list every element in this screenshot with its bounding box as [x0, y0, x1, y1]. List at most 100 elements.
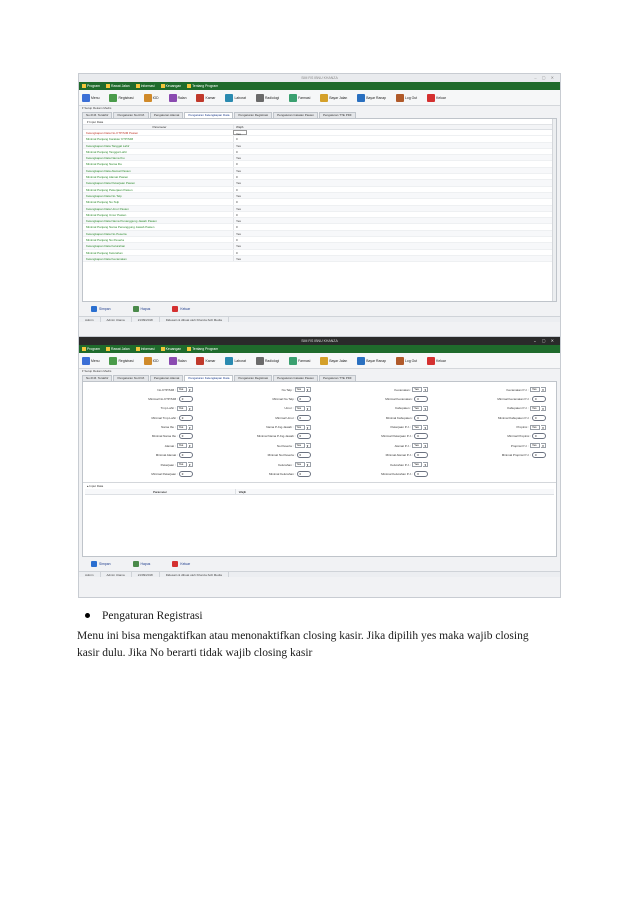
hapus-button[interactable]: Hapus: [132, 306, 150, 312]
menu-item-tentang-program[interactable]: Tentang Program: [187, 84, 218, 89]
menu-item-rawat-jalan[interactable]: Rawat Jalan: [106, 84, 130, 89]
toolbar-button-radiologi[interactable]: Radiologi: [255, 93, 279, 102]
min-length-stepper[interactable]: 0: [296, 452, 311, 459]
toolbar-button-menu[interactable]: Menu: [82, 93, 99, 102]
toolbar-button-ralan[interactable]: Ralan: [168, 93, 186, 102]
yes-no-select[interactable]: Yes: [530, 424, 540, 430]
toolbar-button-bayar-ranap[interactable]: Bayar Ranap: [357, 356, 386, 365]
toolbar-button-farmasi[interactable]: Farmasi: [289, 356, 310, 365]
yes-no-select[interactable]: Yes: [176, 443, 187, 449]
toolbar-button-log-out[interactable]: Log Out: [396, 93, 417, 102]
yes-no-select[interactable]: Yes: [176, 462, 187, 468]
cell-wajib[interactable]: 0: [233, 174, 247, 180]
yes-no-select[interactable]: Yes: [294, 462, 305, 468]
toolbar-button-keluar[interactable]: Keluar: [427, 93, 446, 102]
yes-no-select[interactable]: Yes: [294, 405, 305, 411]
toolbar-button-registrasi[interactable]: Registrasi: [109, 93, 134, 102]
menu-item-informasi[interactable]: Informasi: [135, 84, 155, 89]
menu-item-rawat-jalan[interactable]: Rawat Jalan: [106, 347, 130, 352]
min-length-stepper[interactable]: 0: [178, 471, 193, 478]
cell-wajib[interactable]: 0: [233, 199, 247, 205]
chevron-down-icon[interactable]: ▾: [187, 405, 193, 411]
header-wajib[interactable]: Wajib: [233, 125, 247, 129]
cell-wajib[interactable]: 0: [233, 211, 247, 218]
min-length-stepper[interactable]: 0: [178, 414, 193, 421]
menu-item-informasi[interactable]: Informasi: [135, 347, 155, 352]
yes-no-select[interactable]: Yes: [176, 424, 187, 430]
min-length-stepper[interactable]: 0: [414, 471, 429, 478]
min-length-stepper[interactable]: 0: [178, 395, 193, 402]
chevron-down-icon[interactable]: ▾: [541, 424, 546, 430]
window-controls[interactable]: ⌄ ▢ ✕: [533, 337, 556, 345]
toolbar-button-kamar[interactable]: Kamar: [196, 93, 215, 102]
menu-item-program[interactable]: Program: [82, 347, 100, 352]
chevron-down-icon[interactable]: ▾: [305, 405, 311, 411]
cell-wajib[interactable]: Yes: [233, 142, 247, 148]
cell-wajib[interactable]: 0: [233, 161, 247, 167]
keluar-button[interactable]: Keluar: [172, 306, 190, 312]
min-length-stepper[interactable]: 0: [414, 433, 429, 440]
yes-no-select[interactable]: Yes: [530, 387, 540, 392]
toolbar-button-igd[interactable]: IGD: [143, 356, 159, 365]
cell-wajib[interactable]: 0: [233, 249, 247, 255]
header-parameter[interactable]: Parameter: [83, 125, 233, 129]
toolbar-button-keluar[interactable]: Keluar: [427, 356, 446, 365]
min-length-stepper[interactable]: 0: [414, 414, 429, 421]
window-controls[interactable]: – ▢ ✕: [534, 74, 556, 82]
cell-wajib[interactable]: Yes: [233, 218, 247, 224]
cell-wajib[interactable]: Yes: [233, 230, 247, 237]
min-length-stepper[interactable]: 0: [532, 395, 546, 402]
min-length-stepper[interactable]: 0: [532, 433, 546, 440]
cell-wajib[interactable]: 0: [233, 148, 247, 155]
yes-no-select[interactable]: Yes: [294, 424, 305, 430]
cell-wajib[interactable]: Yes: [233, 192, 247, 199]
cell-wajib[interactable]: 0: [233, 136, 247, 142]
cell-wajib[interactable]: 0: [233, 237, 247, 243]
simpan-button[interactable]: Simpan: [91, 306, 111, 312]
toolbar-button-igd[interactable]: IGD: [143, 93, 159, 102]
yes-no-select[interactable]: Yes: [176, 405, 187, 411]
chevron-down-icon[interactable]: ▾: [305, 387, 311, 392]
toolbar-button-bayar-jalan[interactable]: Bayar Jalan: [320, 93, 347, 102]
chevron-down-icon[interactable]: ▾: [305, 424, 311, 430]
cell-wajib[interactable]: Yes: [233, 180, 247, 186]
menu-item-keuangan[interactable]: Keuangan: [160, 84, 181, 89]
menu-item-program[interactable]: Program: [82, 84, 100, 89]
toolbar-button-radiologi[interactable]: Radiologi: [255, 356, 279, 365]
chevron-down-icon[interactable]: ▾: [541, 443, 546, 449]
menu-item-keuangan[interactable]: Keuangan: [160, 347, 181, 352]
cell-wajib[interactable]: Yes: [233, 130, 247, 136]
cell-wajib[interactable]: Yes: [233, 205, 247, 211]
yes-no-select[interactable]: Yes: [530, 443, 540, 449]
vertical-scrollbar[interactable]: [552, 119, 556, 301]
toolbar-button-bayar-ranap[interactable]: Bayar Ranap: [357, 93, 386, 102]
yes-no-select[interactable]: Yes: [412, 424, 423, 430]
yes-no-select[interactable]: Yes: [412, 462, 423, 468]
toolbar-button-bayar-jalan[interactable]: Bayar Jalan: [320, 356, 347, 365]
menu-item-tentang-program[interactable]: Tentang Program: [187, 347, 218, 352]
cell-wajib[interactable]: Yes: [233, 255, 247, 262]
toolbar-button-kamar[interactable]: Kamar: [196, 356, 215, 365]
cell-wajib[interactable]: Yes: [233, 155, 247, 161]
min-length-stepper[interactable]: 0: [414, 395, 429, 402]
yes-no-select[interactable]: Yes: [294, 387, 305, 392]
cell-wajib[interactable]: Yes: [233, 167, 247, 174]
toolbar-button-ralan[interactable]: Ralan: [168, 356, 186, 365]
min-length-stepper[interactable]: 0: [414, 452, 429, 459]
min-length-stepper[interactable]: 0: [532, 414, 546, 421]
toolbar-button-laborat[interactable]: Laborat: [225, 93, 246, 102]
cell-wajib[interactable]: 0: [233, 224, 247, 230]
chevron-down-icon[interactable]: ▾: [541, 387, 546, 392]
min-length-stepper[interactable]: 0: [296, 471, 311, 478]
chevron-down-icon[interactable]: ▾: [423, 462, 429, 468]
toolbar-button-menu[interactable]: Menu: [82, 356, 99, 365]
cell-wajib[interactable]: Yes: [233, 243, 247, 249]
min-length-stepper[interactable]: 0: [296, 395, 311, 402]
chevron-down-icon[interactable]: ▾: [305, 462, 311, 468]
cell-wajib[interactable]: 0: [233, 186, 247, 192]
chevron-down-icon[interactable]: ▾: [423, 387, 429, 392]
yes-no-select[interactable]: Yes: [412, 405, 423, 411]
yes-no-select[interactable]: Yes: [176, 387, 187, 392]
chevron-down-icon[interactable]: ▾: [187, 424, 193, 430]
min-length-stepper[interactable]: 0: [178, 452, 193, 459]
